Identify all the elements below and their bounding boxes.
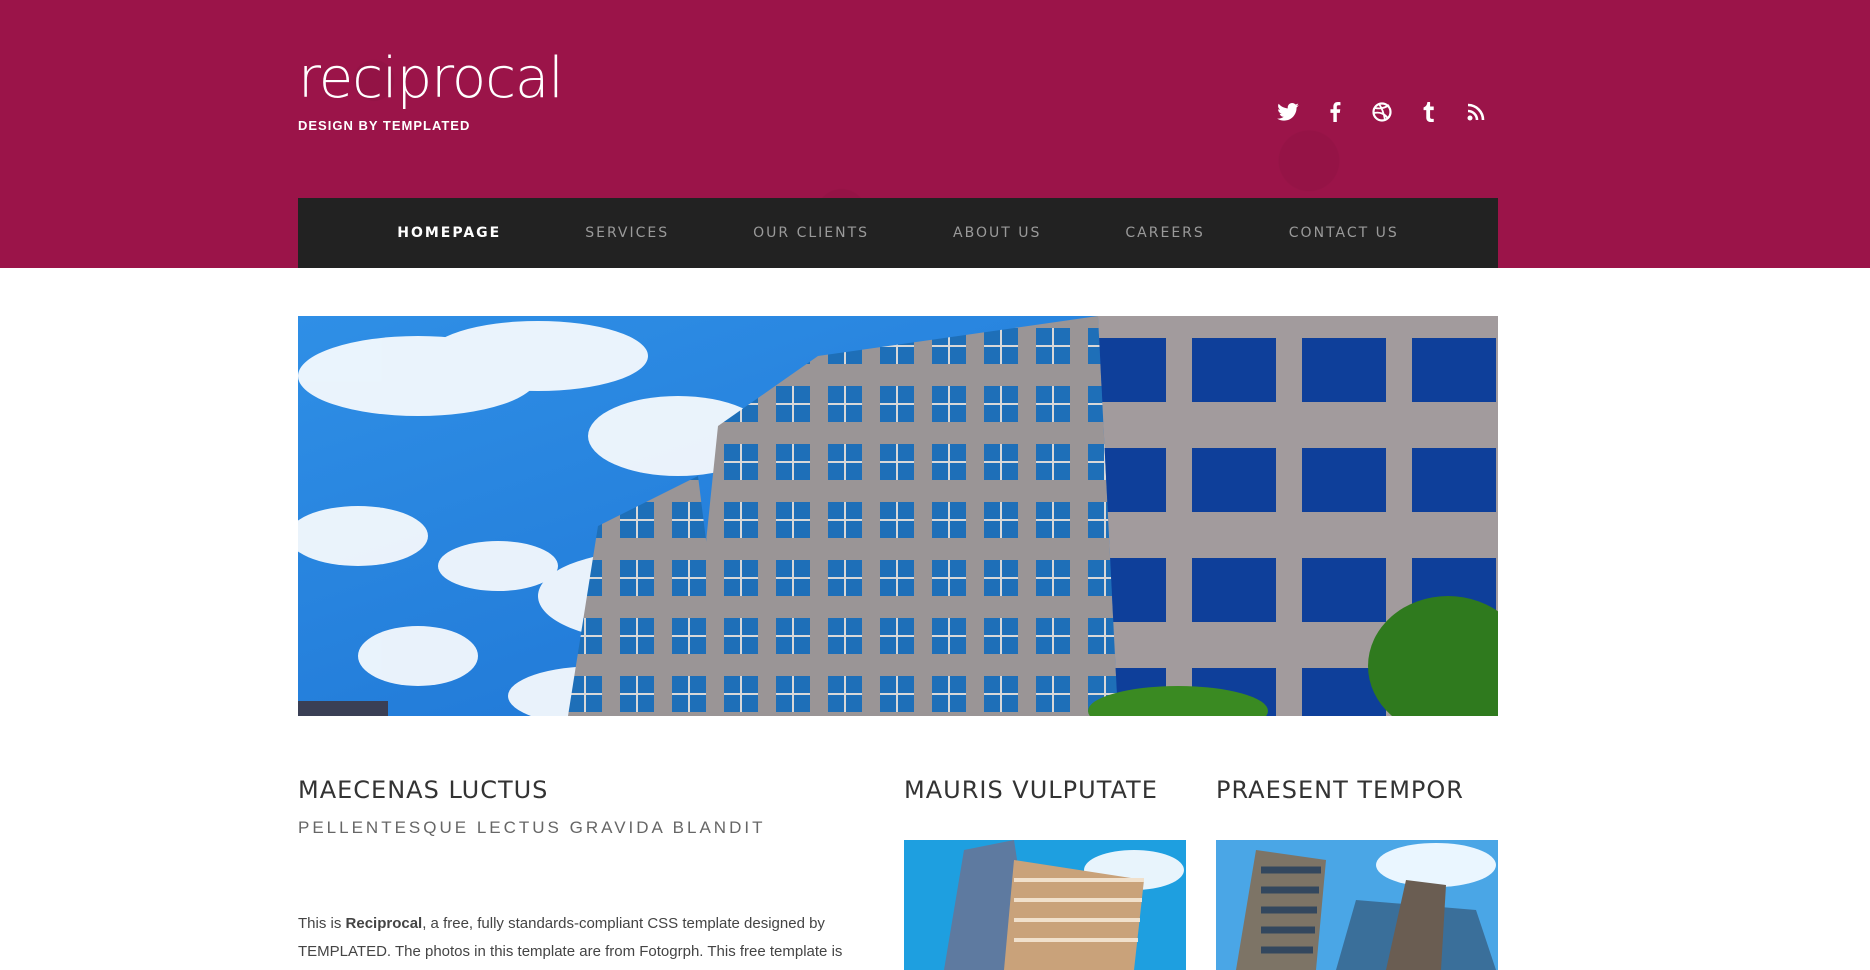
- sidebar-col2-title: PRAESENT TEMPOR: [1216, 776, 1464, 804]
- nav-services[interactable]: SERVICES: [543, 198, 711, 268]
- nav-homepage[interactable]: HOMEPAGE: [355, 198, 543, 268]
- sidebar-col1-image[interactable]: [904, 840, 1186, 970]
- social-links: [1276, 100, 1488, 124]
- main-title: MAECENAS LUCTUS: [298, 776, 549, 804]
- main-subtitle: PELLENTESQUE LECTUS GRAVIDA BLANDIT: [298, 818, 766, 837]
- rss-icon[interactable]: [1464, 100, 1488, 124]
- nav-our-clients[interactable]: OUR CLIENTS: [711, 198, 911, 268]
- site-logo[interactable]: reciprocal: [298, 44, 564, 114]
- nav-careers[interactable]: CAREERS: [1083, 198, 1246, 268]
- nav-contact-us[interactable]: CONTACT US: [1247, 198, 1441, 268]
- nav-about-us[interactable]: ABOUT US: [911, 198, 1083, 268]
- tumblr-icon[interactable]: [1417, 100, 1441, 124]
- site-tagline: DESIGN BY TEMPLATED: [298, 118, 471, 133]
- sidebar-col2-image[interactable]: [1216, 840, 1498, 970]
- intro-text-prefix: This is: [298, 915, 346, 932]
- facebook-icon[interactable]: [1323, 100, 1347, 124]
- site-header: reciprocal DESIGN BY TEMPLATED HOMEPAGE …: [0, 0, 1870, 268]
- main-content: MAECENAS LUCTUS PELLENTESQUE LECTUS GRAV…: [298, 776, 858, 838]
- sidebar-column-1: MAURIS VULPUTATE: [904, 776, 1186, 970]
- intro-text-bold: Reciprocal: [345, 915, 423, 932]
- dribbble-icon[interactable]: [1370, 100, 1394, 124]
- hero-image: [298, 316, 1498, 716]
- intro-paragraph: This is Reciprocal, a free, fully standa…: [298, 910, 858, 966]
- main-nav: HOMEPAGE SERVICES OUR CLIENTS ABOUT US C…: [298, 198, 1498, 268]
- sidebar-col1-title: MAURIS VULPUTATE: [904, 776, 1158, 804]
- twitter-icon[interactable]: [1276, 100, 1300, 124]
- sidebar-column-2: PRAESENT TEMPOR: [1216, 776, 1498, 970]
